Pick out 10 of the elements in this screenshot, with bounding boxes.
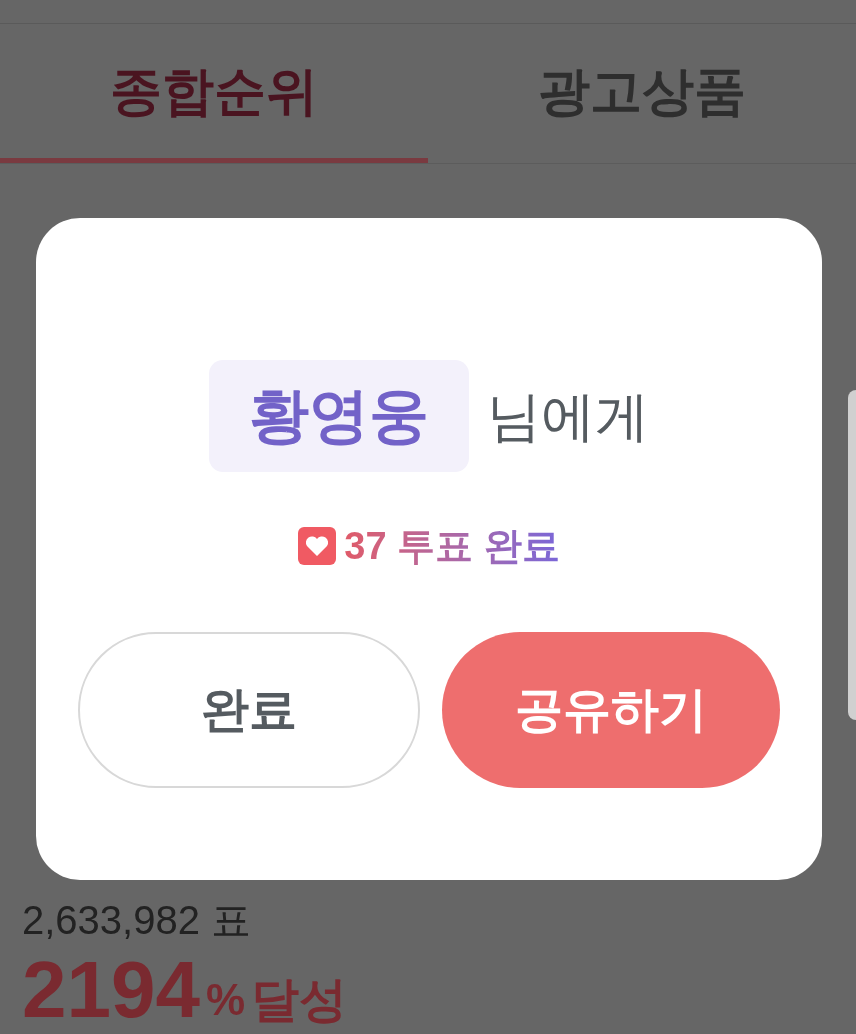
done-button[interactable]: 완료 (78, 632, 420, 788)
achievement-label: 달성 (251, 972, 348, 1028)
achievement-percent: 2194 (22, 950, 200, 1030)
tab[interactable]: 종합순위 (0, 24, 428, 163)
percent-sign: % (205, 974, 246, 1026)
recipient-suffix: 님에게 (487, 389, 649, 443)
tab[interactable]: 광고상품 (428, 24, 856, 163)
vote-total: 2,633,982 표 (22, 900, 253, 940)
candidate-name: 황영웅 (209, 360, 469, 472)
share-button[interactable]: 공유하기 (442, 632, 780, 788)
